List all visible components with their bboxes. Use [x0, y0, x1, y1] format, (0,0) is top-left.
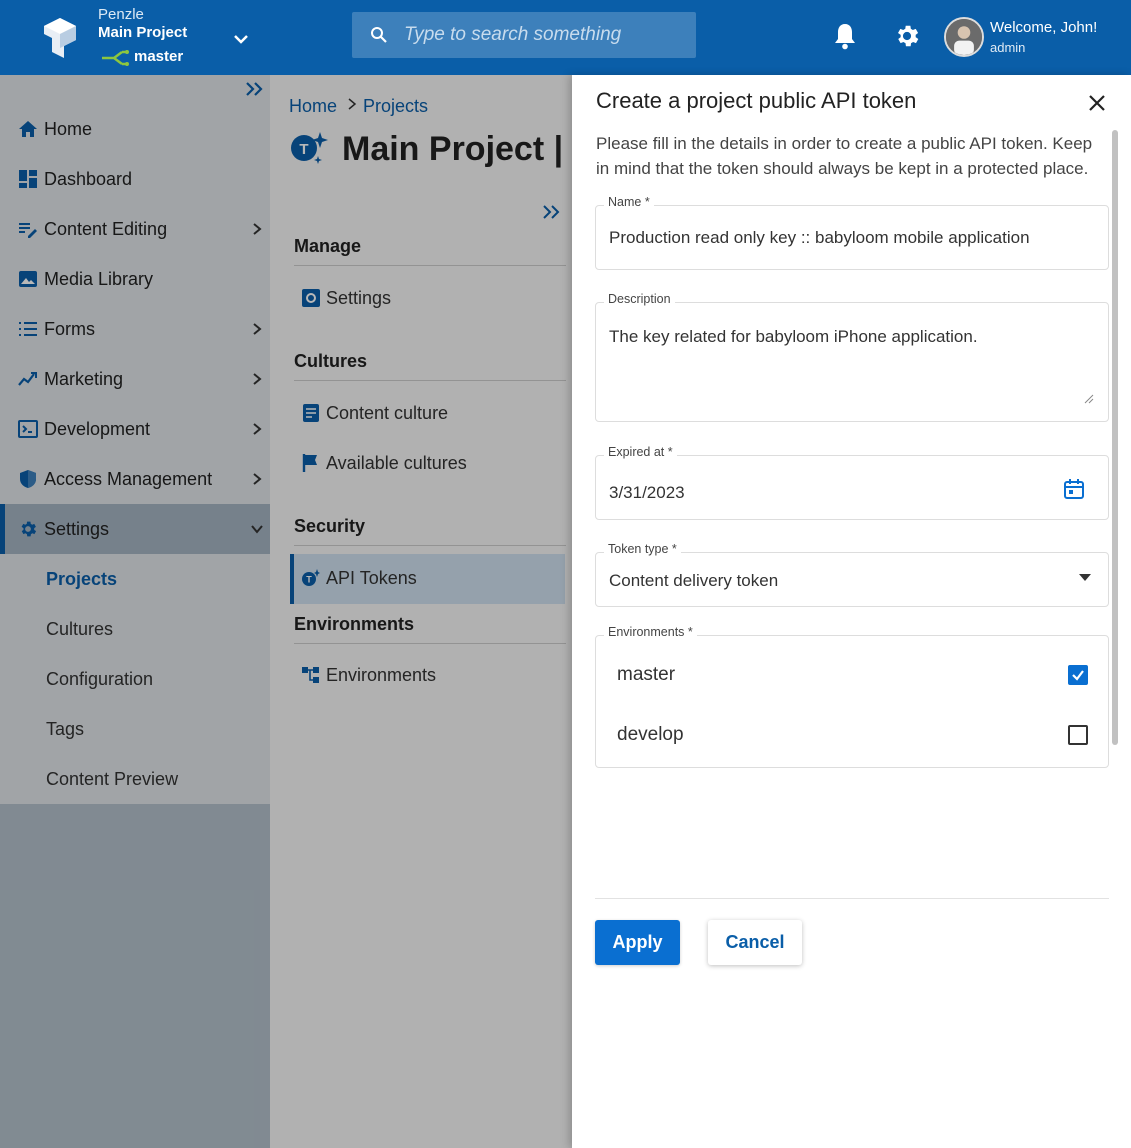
- penzle-logo-icon[interactable]: [44, 18, 76, 58]
- expired-at-label: Expired at *: [604, 445, 677, 459]
- avatar[interactable]: [944, 17, 984, 57]
- check-icon: [1072, 670, 1084, 681]
- footer-divider: [595, 898, 1109, 899]
- environments-field: Environments * master develop: [595, 625, 1109, 768]
- branch-icon: [102, 50, 129, 66]
- name-input[interactable]: [609, 228, 1097, 248]
- avatar-photo-icon: [946, 19, 982, 55]
- description-label: Description: [604, 292, 675, 306]
- environments-label: Environments *: [604, 625, 697, 639]
- branch-name: master: [134, 48, 184, 65]
- project-switcher-chevron-icon[interactable]: [230, 28, 252, 50]
- environment-option-master[interactable]: master: [596, 646, 1108, 706]
- description-textarea[interactable]: The key related for babyloom iPhone appl…: [609, 327, 1097, 407]
- close-icon[interactable]: [1087, 93, 1107, 113]
- search-box[interactable]: [352, 12, 696, 58]
- search-icon: [371, 27, 387, 43]
- cancel-button[interactable]: Cancel: [708, 920, 802, 965]
- user-role: admin: [990, 40, 1026, 55]
- create-token-drawer: Create a project public API token Please…: [572, 75, 1131, 1148]
- token-type-value: Content delivery token: [609, 571, 779, 590]
- drawer-description: Please fill in the details in order to c…: [596, 134, 1093, 178]
- name-label: Name *: [604, 195, 654, 209]
- resize-grip-icon[interactable]: [1084, 394, 1094, 404]
- environment-option-develop[interactable]: develop: [596, 706, 1108, 766]
- expired-at-input[interactable]: [609, 483, 1049, 503]
- expired-at-field: Expired at *: [595, 445, 1109, 520]
- drawer-scrollbar[interactable]: [1112, 130, 1118, 745]
- token-type-select[interactable]: Token type * Content delivery token: [595, 542, 1109, 607]
- token-type-label: Token type *: [604, 542, 681, 556]
- develop-checkbox[interactable]: [1068, 725, 1088, 745]
- bell-icon[interactable]: [832, 22, 858, 50]
- master-checkbox[interactable]: [1068, 665, 1088, 685]
- search-input[interactable]: [404, 24, 694, 46]
- welcome-text[interactable]: Welcome, John!: [990, 19, 1097, 36]
- description-field: Description The key related for babyloom…: [595, 292, 1109, 422]
- calendar-icon[interactable]: [1063, 478, 1085, 500]
- top-bar: Penzle Main Project master Welcome, John…: [0, 0, 1131, 75]
- project-name: Main Project: [98, 24, 188, 41]
- name-field: Name *: [595, 195, 1109, 270]
- drawer-title: Create a project public API token: [596, 88, 917, 113]
- org-name: Penzle: [98, 6, 144, 23]
- caret-down-icon: [1079, 574, 1091, 581]
- gear-icon[interactable]: [893, 22, 921, 50]
- apply-button[interactable]: Apply: [595, 920, 680, 965]
- modal-backdrop[interactable]: [0, 75, 572, 1148]
